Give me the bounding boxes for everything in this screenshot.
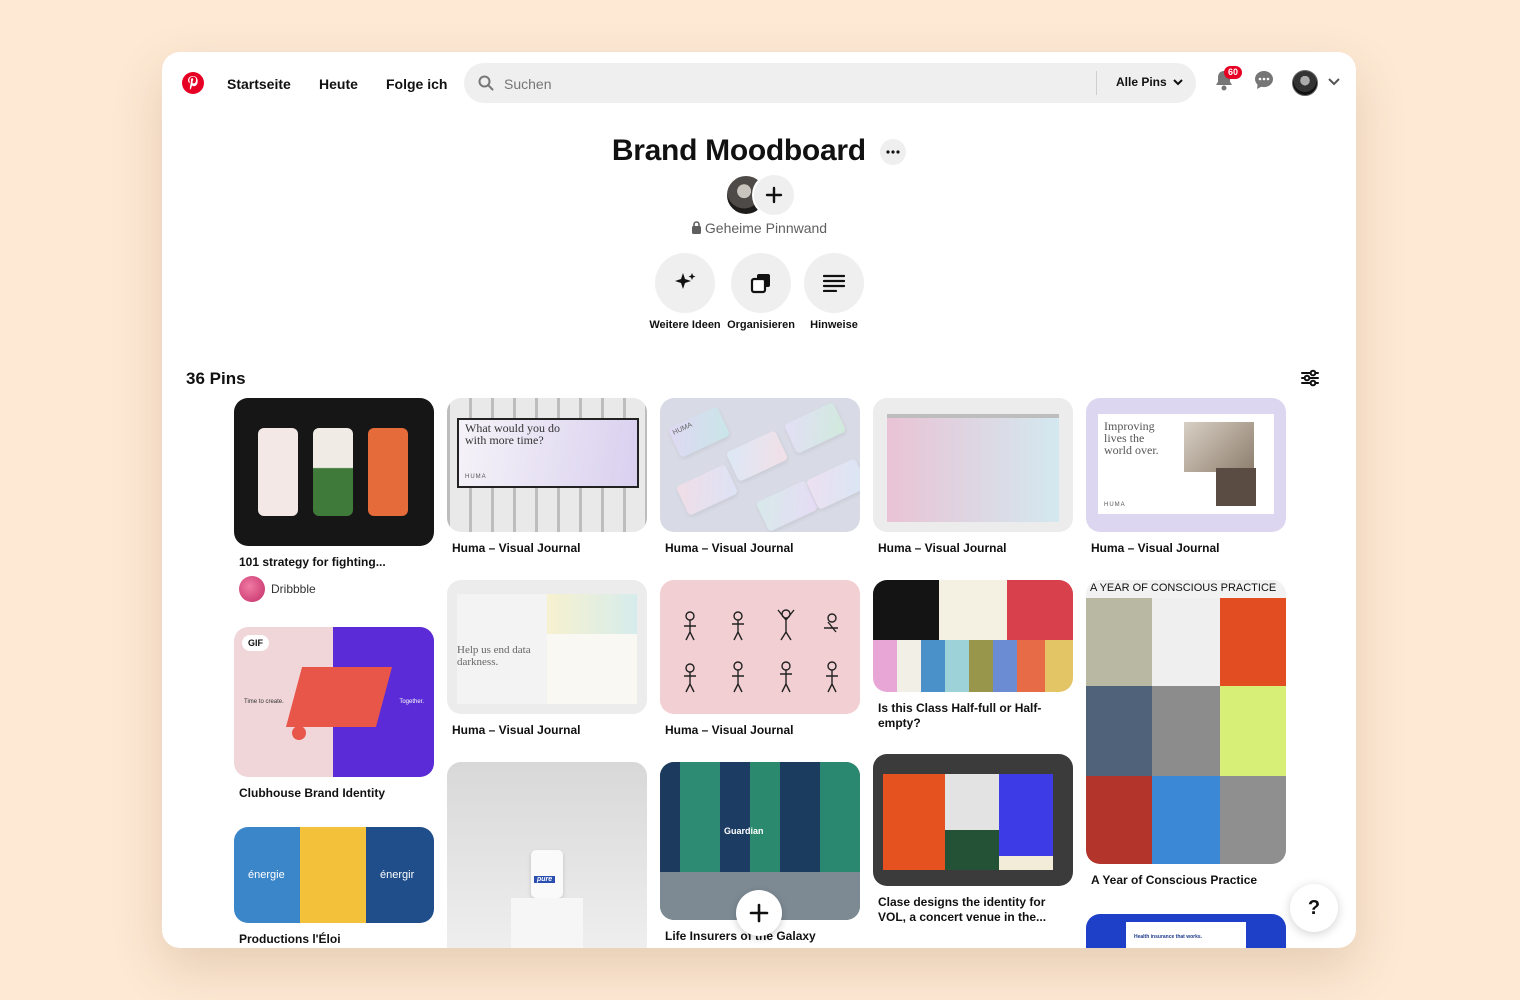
pin-image: What would you do with more time? HUMA (447, 398, 647, 532)
sparkle-icon (675, 273, 696, 289)
pin-inline-text: Improving lives the world over. (1104, 419, 1159, 457)
board-visibility-label: Geheime Pinnwand (704, 220, 828, 236)
organize-icon (750, 274, 770, 294)
search-scope-label: Alle Pins (1116, 75, 1167, 89)
more-ideas-button[interactable] (655, 253, 715, 313)
notes-button[interactable] (804, 253, 864, 313)
pin-inline-text: énergie (248, 869, 285, 881)
pin-image (660, 580, 860, 714)
pin-caption: Huma – Visual Journal (452, 723, 581, 737)
messages-icon[interactable] (1254, 70, 1274, 90)
pin-image: énergie énergir (234, 827, 434, 923)
pin-inline-text: A YEAR OF CONSCIOUS PRACTICE (1090, 582, 1277, 594)
pin-card[interactable]: What would you do with more time? HUMA H… (447, 398, 647, 556)
plus-icon (765, 186, 783, 204)
pin-caption: Huma – Visual Journal (452, 541, 581, 555)
create-pin-button[interactable] (736, 890, 782, 936)
pin-card[interactable]: Huma – Visual Journal (660, 580, 860, 738)
figures-illustration (684, 609, 838, 693)
board-visibility: Geheime Pinnwand (162, 220, 1356, 236)
pin-card[interactable]: Improving lives the world over. HUMA Hum… (1086, 398, 1286, 556)
pin-source-name: Dribbble (271, 582, 316, 596)
pin-image: pure (447, 762, 647, 948)
chevron-down-icon (1172, 78, 1183, 85)
pin-card[interactable]: Huma – Visual Journal (873, 398, 1073, 556)
pin-card[interactable]: HUMA Huma – Visual Journal (660, 398, 860, 556)
pin-card[interactable]: pure (447, 762, 647, 948)
lock-icon (691, 221, 701, 234)
pin-card[interactable]: 101 strategy for fighting... Dribbble (234, 398, 434, 602)
more-ideas-action[interactable]: Weitere Ideen (649, 253, 721, 331)
search-icon (478, 75, 494, 91)
pin-inline-text: HUMA (671, 421, 694, 437)
pin-inline-text: HUMA (465, 474, 487, 480)
filter-settings-icon[interactable] (1300, 368, 1320, 388)
nav-following[interactable]: Folge ich (386, 76, 447, 92)
pin-card[interactable]: Health insurance that works. (1086, 914, 1286, 948)
pin-card[interactable]: GIF Time to create. Together. Clubhouse … (234, 627, 434, 801)
pin-image: Improving lives the world over. HUMA (1086, 398, 1286, 532)
pin-caption: Is this Class Half-full or Half-empty? (878, 701, 1042, 730)
pin-image (234, 398, 434, 546)
add-collaborator-button[interactable] (752, 173, 796, 217)
pin-inline-text: énergir (380, 869, 415, 881)
pin-card[interactable]: A YEAR OF CONSCIOUS PRACTICE A Year of C… (1086, 580, 1286, 888)
pin-inline-text: Health insurance that works. (1134, 934, 1203, 940)
profile-avatar[interactable] (1292, 70, 1318, 96)
notification-count-badge: 60 (1224, 66, 1243, 79)
pin-card[interactable]: Help us end data darkness. Huma – Visual… (447, 580, 647, 738)
top-navigation: Startseite Heute Folge ich Alle Pins 60 (162, 52, 1356, 116)
pin-inline-text: Together. (399, 699, 424, 705)
more-dots-icon (886, 150, 900, 154)
plus-icon (749, 903, 769, 923)
pin-caption: 101 strategy for fighting... (239, 555, 386, 569)
pin-inline-text: Help us end data darkness. (457, 644, 531, 668)
search-bar: Alle Pins (464, 63, 1196, 105)
pin-image: A YEAR OF CONSCIOUS PRACTICE (1086, 580, 1286, 864)
pin-image: HUMA (660, 398, 860, 532)
pinterest-logo-icon[interactable] (182, 72, 204, 94)
search-divider (1096, 71, 1097, 95)
pin-inline-text: Guardian (724, 826, 764, 836)
pin-caption: Clase designs the identity for VOL, a co… (878, 895, 1047, 924)
help-button[interactable]: ? (1290, 884, 1338, 932)
pin-inline-text: HUMA (1104, 502, 1126, 508)
pin-inline-text: pure (534, 876, 556, 883)
pin-caption: Productions l'Éloi (239, 932, 341, 946)
search-input[interactable] (502, 63, 1086, 105)
search-scope-dropdown[interactable]: Alle Pins (1116, 75, 1183, 89)
organize-button[interactable] (731, 253, 791, 313)
pin-image: Health insurance that works. (1086, 914, 1286, 948)
pin-caption: Clubhouse Brand Identity (239, 786, 386, 800)
pin-card[interactable]: énergie énergir Productions l'Éloi (234, 827, 434, 947)
notes-icon (823, 274, 845, 292)
pin-image: GIF Time to create. Together. (234, 627, 434, 777)
pin-source[interactable]: Dribbble (239, 576, 429, 602)
nav-today[interactable]: Heute (319, 76, 358, 92)
pin-caption: Huma – Visual Journal (878, 541, 1007, 555)
pin-image (873, 398, 1073, 532)
board-more-options-button[interactable] (880, 139, 907, 166)
app-window: Startseite Heute Folge ich Alle Pins 60 … (162, 52, 1356, 948)
pin-count: 36 Pins (186, 369, 246, 388)
pin-image: Help us end data darkness. (447, 580, 647, 714)
pin-inline-text: Time to create. (244, 699, 284, 705)
pin-inline-text: What would you do with more time? (465, 421, 560, 447)
notes-action[interactable]: Hinweise (803, 253, 865, 331)
pin-caption: A Year of Conscious Practice (1091, 873, 1258, 887)
pin-caption: Huma – Visual Journal (665, 723, 794, 737)
board-title: Brand Moodboard (611, 134, 866, 167)
board-title-row: Brand Moodboard (162, 134, 1356, 168)
pin-caption: Huma – Visual Journal (1091, 541, 1220, 555)
gif-tag: GIF (242, 635, 269, 651)
account-chevron-down-icon[interactable] (1328, 78, 1340, 86)
pin-caption: Huma – Visual Journal (665, 541, 794, 555)
pin-card[interactable]: Clase designs the identity for VOL, a co… (873, 754, 1073, 925)
notes-label: Hinweise (810, 319, 858, 331)
dribbble-avatar (239, 576, 265, 602)
pin-card[interactable]: Is this Class Half-full or Half-empty? (873, 580, 1073, 731)
nav-home[interactable]: Startseite (227, 76, 291, 92)
pin-image (873, 580, 1073, 692)
pin-image (873, 754, 1073, 886)
